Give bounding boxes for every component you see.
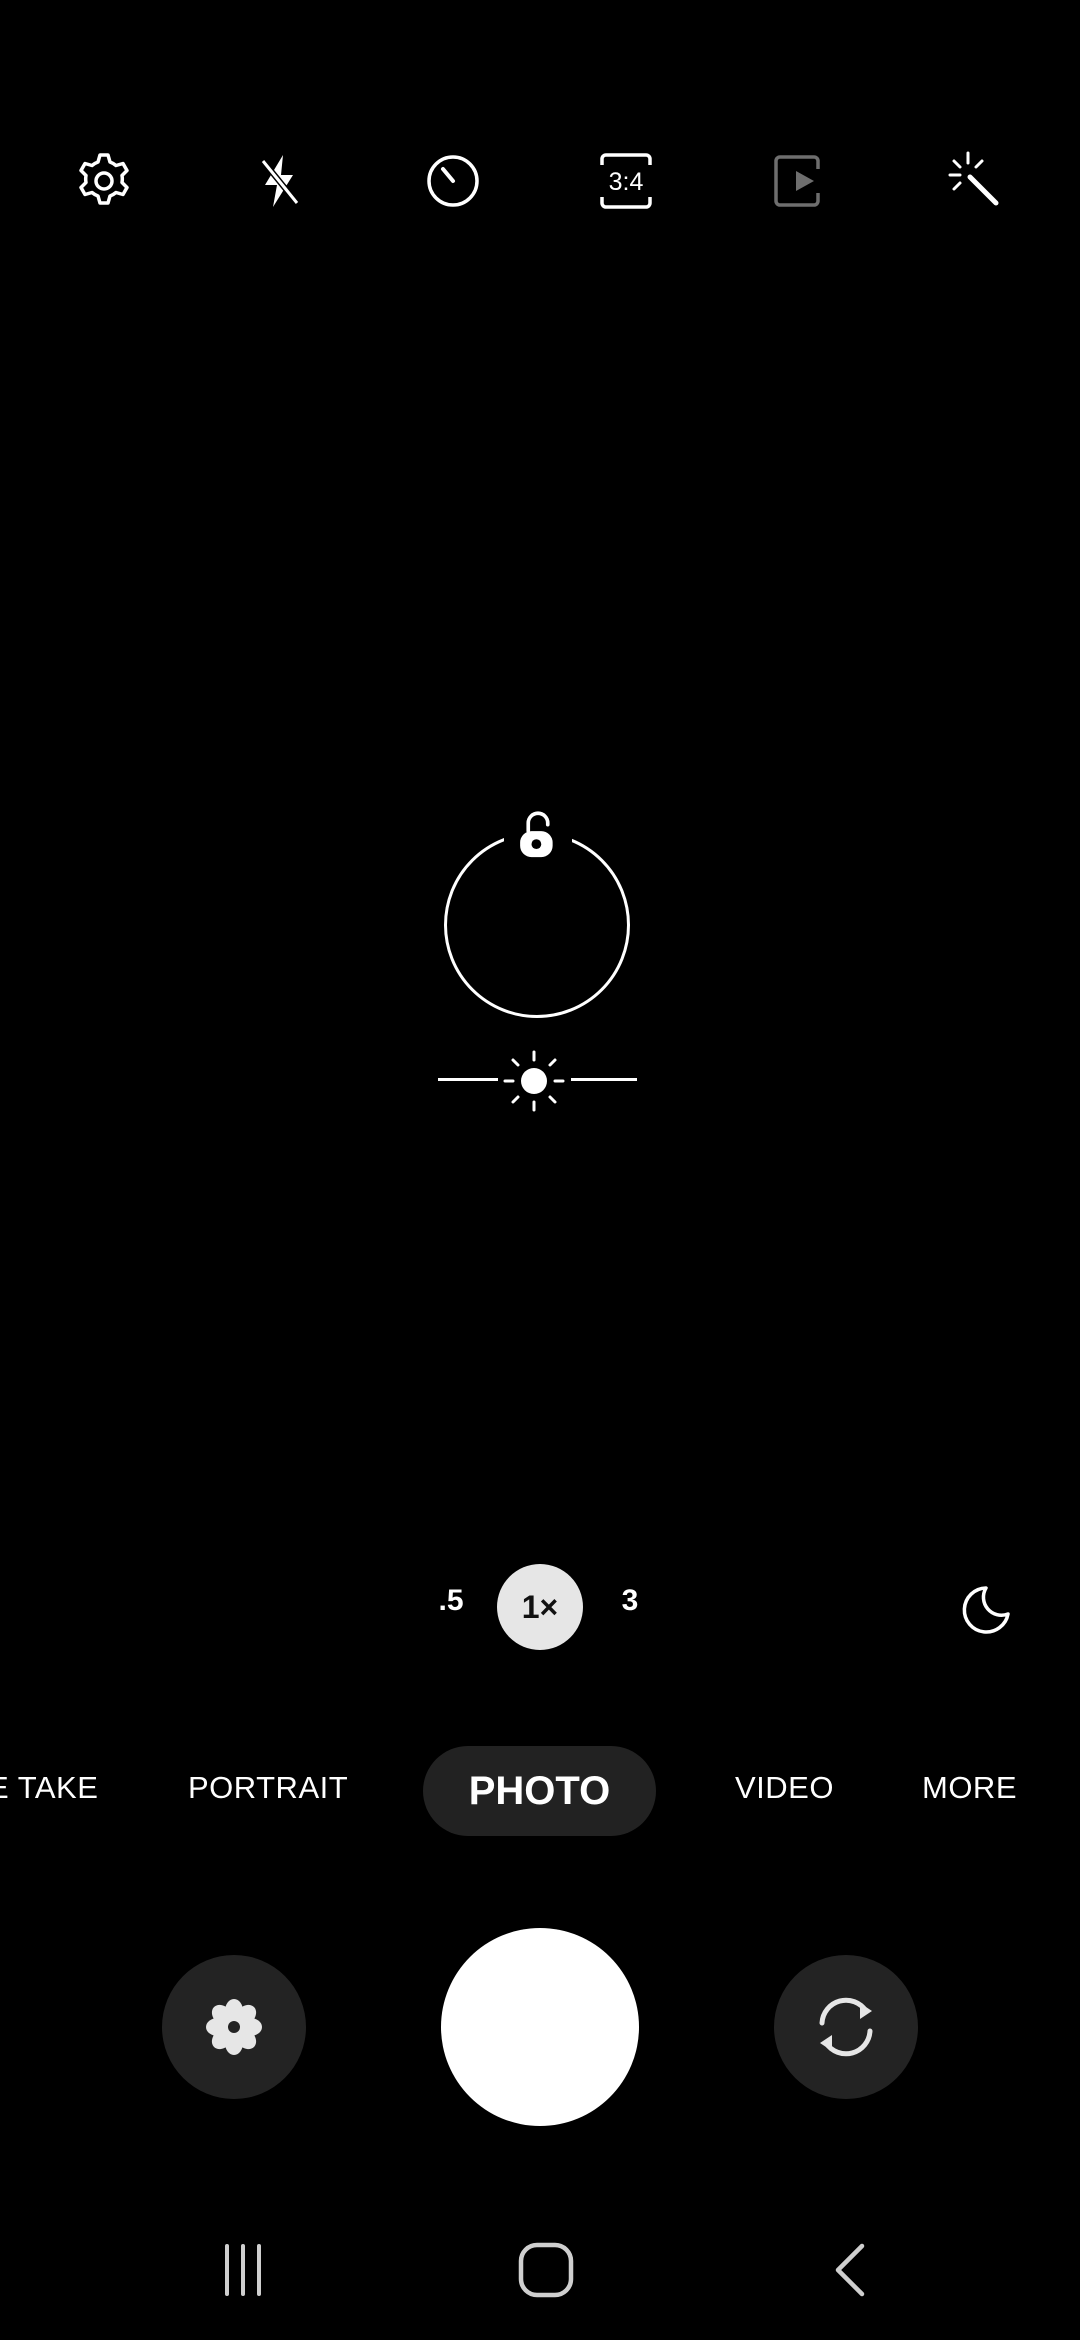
motion-photo-button[interactable] xyxy=(764,145,836,217)
timer-button[interactable] xyxy=(417,145,489,217)
switch-camera-button[interactable] xyxy=(774,1955,918,2099)
motion-photo-icon xyxy=(774,155,820,207)
night-mode-button[interactable] xyxy=(956,1580,1016,1640)
filters-icon xyxy=(948,151,999,206)
exposure-slider-left[interactable] xyxy=(438,1078,498,1081)
mode-photo[interactable]: PHOTO xyxy=(423,1746,656,1836)
settings-button[interactable] xyxy=(68,145,140,217)
recent-apps-button[interactable] xyxy=(203,2235,283,2305)
exposure-handle[interactable] xyxy=(503,1050,565,1112)
unlock-icon xyxy=(520,811,553,858)
moon-icon xyxy=(962,1586,1010,1634)
ae-af-lock-button[interactable] xyxy=(504,800,572,872)
aspect-ratio-button[interactable]: 3:4 xyxy=(590,145,662,217)
settings-icon xyxy=(79,153,129,205)
zoom-option-0-5[interactable]: .5 xyxy=(421,1584,481,1618)
flower-effects-icon xyxy=(206,1999,262,2055)
shutter-button[interactable] xyxy=(441,1928,639,2126)
mode-video[interactable]: VIDEO xyxy=(735,1770,834,1806)
effects-button[interactable] xyxy=(162,1955,306,2099)
mode-more[interactable]: MORE xyxy=(922,1770,1017,1806)
zoom-option-3[interactable]: 3 xyxy=(600,1584,660,1618)
home-icon xyxy=(518,2242,574,2298)
exposure-slider-right[interactable] xyxy=(571,1078,637,1081)
filters-button[interactable] xyxy=(938,145,1010,217)
flash-off-icon xyxy=(260,155,300,207)
flash-button[interactable] xyxy=(243,145,315,217)
recent-apps-icon xyxy=(225,2244,261,2296)
timer-icon xyxy=(427,155,479,207)
brightness-icon xyxy=(503,1050,565,1112)
back-button[interactable] xyxy=(810,2235,890,2305)
back-icon xyxy=(835,2243,865,2297)
switch-camera-icon xyxy=(819,1997,873,2057)
aspect-ratio-icon: 3:4 xyxy=(600,153,652,209)
mode-single-take[interactable]: E TAKE xyxy=(0,1770,98,1806)
mode-portrait[interactable]: PORTRAIT xyxy=(188,1770,348,1806)
home-button[interactable] xyxy=(506,2235,586,2305)
zoom-option-1x[interactable]: 1× xyxy=(497,1564,583,1650)
aspect-ratio-label: 3:4 xyxy=(609,168,644,196)
